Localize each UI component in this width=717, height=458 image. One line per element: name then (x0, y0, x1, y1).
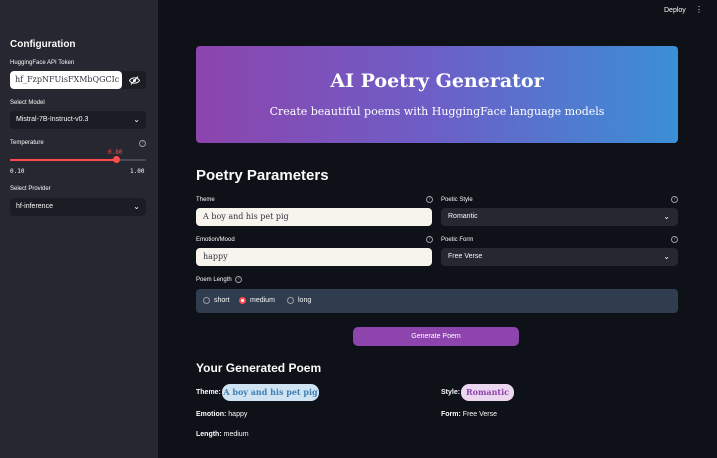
select-model-label: Select Model (10, 100, 45, 106)
emotion-key: Emotion: (196, 411, 227, 418)
chevron-down-icon: ⌄ (663, 252, 670, 261)
api-token-input[interactable]: hf_FzpNFUisFXMbQGCIc (10, 71, 122, 89)
deploy-button[interactable]: Deploy (664, 7, 686, 14)
temperature-slider-fill (10, 159, 116, 161)
radio-circle (203, 297, 210, 304)
help-icon[interactable]: ? (235, 276, 242, 283)
poem-length-label: Poem Length (196, 277, 232, 283)
page-subtitle: Create beautiful poems with HuggingFace … (269, 105, 605, 118)
chevron-down-icon: ⌄ (663, 212, 670, 221)
help-icon[interactable]: ? (671, 236, 678, 243)
chevron-down-icon: ⌄ (133, 202, 140, 211)
emotion-row: Emotion: happy (196, 411, 247, 418)
radio-circle (287, 297, 294, 304)
provider-select[interactable]: hf-inference ⌄ (10, 198, 146, 216)
theme-key: Theme: (196, 389, 221, 396)
eye-slash-icon (128, 75, 140, 85)
menu-icon[interactable]: ⋮ (695, 5, 703, 14)
poem-length-radio-group: short medium long (196, 289, 678, 313)
help-icon[interactable]: ? (426, 236, 433, 243)
poetry-parameters-heading: Poetry Parameters (196, 167, 329, 184)
emotion-label: Emotion/Mood (196, 237, 235, 243)
temperature-min: 0.10 (10, 168, 25, 175)
theme-badge: A boy and his pet pig (222, 384, 319, 401)
length-value: medium (223, 431, 249, 438)
poetic-style-select[interactable]: Romantic ⌄ (441, 208, 678, 226)
chevron-down-icon: ⌄ (133, 115, 140, 124)
poetic-form-value: Free Verse (448, 253, 483, 260)
temperature-label: Temperature (10, 140, 44, 146)
emotion-input[interactable]: happy (196, 248, 432, 266)
theme-input[interactable]: A boy and his pet pig (196, 208, 432, 226)
model-select-value: Mistral-7B-Instruct-v0.3 (16, 116, 89, 123)
radio-label: long (298, 297, 312, 304)
poetic-style-label: Poetic Style (441, 197, 473, 203)
poetic-style-value: Romantic (448, 213, 478, 220)
help-icon[interactable]: ? (671, 196, 678, 203)
toggle-token-visibility-button[interactable] (122, 71, 146, 89)
temperature-max: 1.00 (130, 168, 145, 175)
poetic-form-label: Poetic Form (441, 237, 474, 243)
radio-circle-selected (239, 297, 246, 304)
radio-medium[interactable]: medium (239, 297, 275, 304)
generate-poem-button[interactable]: Generate Poem (353, 327, 519, 346)
help-icon[interactable]: ? (426, 196, 433, 203)
temperature-value: 0.80 (108, 149, 123, 156)
provider-select-value: hf-inference (16, 203, 53, 210)
model-select[interactable]: Mistral-7B-Instruct-v0.3 ⌄ (10, 111, 146, 129)
form-value: Free Verse (462, 411, 498, 418)
style-key: Style: (441, 389, 461, 396)
radio-label: medium (250, 297, 275, 304)
emotion-value: happy (228, 411, 248, 418)
api-token-label: HuggingFace API Token (10, 60, 75, 66)
hero-banner: AI Poetry Generator Create beautiful poe… (196, 46, 678, 143)
form-row: Form: Free Verse (441, 411, 497, 418)
theme-label: Theme (196, 197, 215, 203)
sidebar-title: Configuration (10, 39, 76, 50)
select-provider-label: Select Provider (10, 186, 51, 192)
length-row: Length: medium (196, 431, 249, 438)
poetic-form-select[interactable]: Free Verse ⌄ (441, 248, 678, 266)
radio-short[interactable]: short (203, 297, 230, 304)
sidebar: Configuration HuggingFace API Token hf_F… (0, 0, 158, 458)
help-icon[interactable]: ? (139, 140, 146, 147)
temperature-slider[interactable] (10, 156, 146, 163)
temperature-slider-handle[interactable] (112, 156, 120, 163)
radio-long[interactable]: long (287, 297, 311, 304)
generated-poem-heading: Your Generated Poem (196, 361, 322, 375)
page-title: AI Poetry Generator (330, 70, 544, 92)
length-key: Length: (196, 431, 222, 438)
radio-label: short (214, 297, 230, 304)
form-key: Form: (441, 411, 461, 418)
style-badge: Romantic (461, 384, 514, 401)
